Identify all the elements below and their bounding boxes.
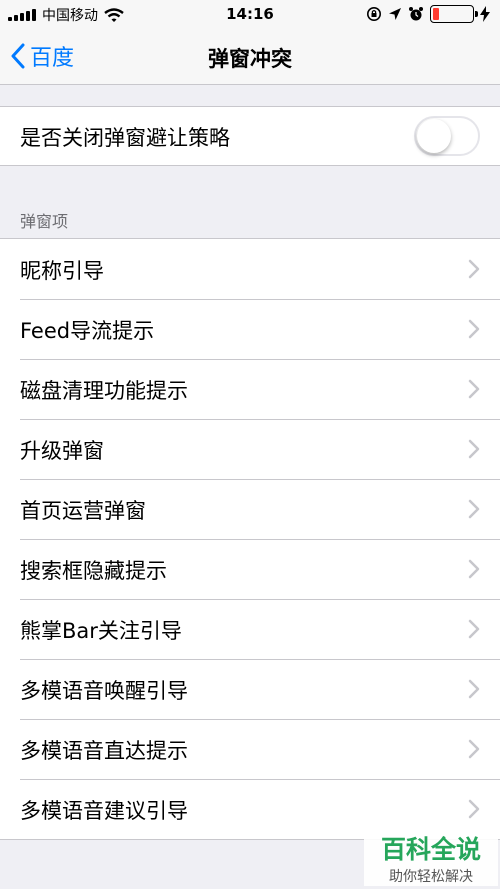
battery-fill: [433, 8, 439, 20]
list-item[interactable]: 熊掌Bar关注引导: [0, 599, 500, 659]
list-item[interactable]: 搜索框隐藏提示: [0, 539, 500, 599]
popup-item-list: 昵称引导 Feed导流提示磁盘清理功能提示 升级弹窗首页运营弹窗 搜索框隐藏提示 熊掌B…: [0, 238, 500, 840]
chevron-right-icon: [468, 259, 480, 279]
section-header: 弹窗项: [20, 212, 69, 231]
list-item-label: 多模语音直达提示: [20, 739, 188, 763]
toggle-cell-label: 是否关闭弹窗避让策略: [20, 126, 230, 150]
orientation-lock-icon: [367, 7, 381, 21]
list-item-label: 磁盘清理功能提示: [20, 379, 188, 403]
chevron-right-icon: [468, 319, 480, 339]
list-item-label: 多模语音建议引导: [20, 799, 188, 823]
list-item-label: 多模语音唤醒引导: [20, 679, 188, 703]
list-item-label: Feed导流提示: [20, 319, 155, 343]
battery-icon: [430, 5, 478, 23]
chevron-right-icon: [468, 499, 480, 519]
list-item[interactable]: Feed导流提示: [0, 299, 500, 359]
list-item-label: 首页运营弹窗: [20, 499, 146, 523]
toggle-cell: 是否关闭弹窗避让策略: [0, 107, 500, 165]
toggle-knob: [417, 119, 451, 153]
list-item[interactable]: 多模语音唤醒引导: [0, 659, 500, 719]
watermark-title: 百科全说: [380, 835, 481, 864]
watermark-logo: 百科全说 助你轻松解决: [364, 828, 498, 886]
chevron-right-icon: [468, 739, 480, 759]
list-item-label: 熊掌Bar关注引导: [20, 619, 182, 643]
alarm-icon: [409, 7, 423, 21]
location-arrow-icon: [389, 8, 401, 20]
chevron-right-icon: [468, 559, 480, 579]
list-item[interactable]: 升级弹窗: [0, 419, 500, 479]
list-item-label: 搜索框隐藏提示: [20, 559, 167, 583]
list-item[interactable]: 磁盘清理功能提示: [0, 359, 500, 419]
chevron-right-icon: [468, 619, 480, 639]
chevron-right-icon: [468, 799, 480, 819]
list-item[interactable]: 昵称引导: [0, 239, 500, 299]
page-title: 弹窗冲突: [208, 47, 292, 71]
list-item[interactable]: 首页运营弹窗: [0, 479, 500, 539]
list-item[interactable]: 多模语音直达提示: [0, 719, 500, 779]
status-right: [366, 5, 490, 23]
chevron-right-icon: [468, 679, 480, 699]
list-item-label: 昵称引导: [20, 259, 104, 283]
status-bar: 中国移动 14:16: [0, 0, 500, 28]
toggle-settings-group: 是否关闭弹窗避让策略: [0, 106, 500, 166]
list-item-label: 升级弹窗: [20, 439, 104, 463]
navigation-bar: 百度 弹窗冲突: [0, 28, 500, 85]
charging-bolt-icon: [480, 6, 490, 22]
watermark-subtitle: 助你轻松解决: [389, 869, 473, 885]
chevron-right-icon: [468, 439, 480, 459]
chevron-right-icon: [468, 379, 480, 399]
avoidance-strategy-toggle[interactable]: [414, 116, 480, 156]
